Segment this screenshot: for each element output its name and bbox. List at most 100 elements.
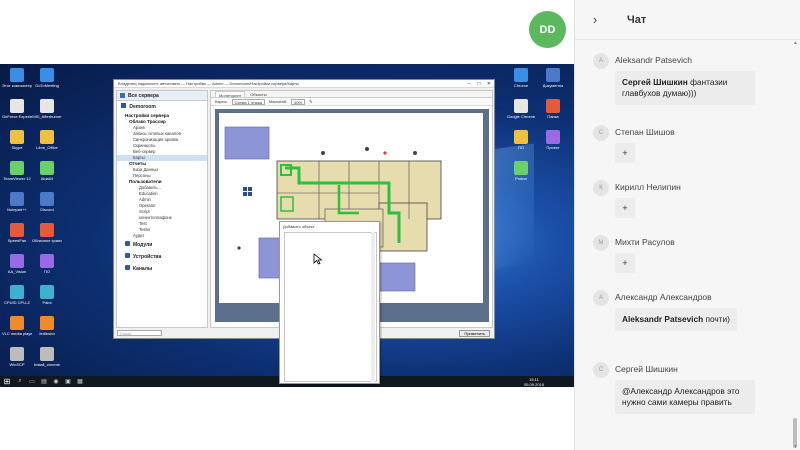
app-icon [40,68,54,82]
desktop-icon[interactable]: GoToMeeting [32,68,62,95]
desktop-icon[interactable]: AA_Vision [2,254,32,281]
app-icon [10,192,24,206]
app-icon [40,99,54,113]
chat-bubble: + [615,198,635,218]
app-icon [10,347,24,361]
all-servers-header[interactable]: Все сервера [117,91,207,101]
chat-mention[interactable]: Сергей Шишкин [622,77,688,87]
desktop-icon[interactable]: Папка [538,99,568,126]
search-icon[interactable]: ⌕ [14,376,26,387]
desktop-icon[interactable]: Документы [538,68,568,95]
chat-title: Чат [627,13,647,26]
desktop-icon-label: Этот компьютер [2,83,32,88]
desktop-icon-label: ПО [44,269,50,274]
app2-taskbar-icon[interactable]: ▦ [74,376,86,387]
tab-objects[interactable]: Объекты [247,91,270,97]
desktop-icon[interactable]: Aida64 [32,161,62,188]
tab-monitoring[interactable]: Мониторинг [215,91,246,98]
desktop-icon-label: ПО [518,145,524,150]
server-node[interactable]: Demoroom [117,101,207,113]
chat-mention[interactable]: Aleksandr Patsevich [622,314,703,324]
desktop-icon-label: GeForce Experience [2,114,32,119]
module-icon [125,265,130,270]
desktop-icon-label: Облачное хранилище [32,238,62,243]
desktop-icon[interactable]: Install_chrome [32,347,62,374]
desktop-icon-label: VLC media player [2,331,32,336]
apply-button[interactable]: Применить [459,329,490,337]
pencil-icon[interactable]: ✎ [309,99,312,104]
chevron-right-icon[interactable]: › [575,12,615,27]
desktop-icon[interactable]: Google Chrome [506,99,536,126]
close-icon[interactable]: ✕ [484,81,494,87]
tree-section-label: Каналы [133,266,153,272]
app-taskbar-icon[interactable]: ▣ [62,376,74,387]
chrome-taskbar-icon[interactable]: ◉ [50,376,62,387]
dialog-scrollbar[interactable] [371,232,375,382]
desktop-icon[interactable]: CPUID CPU-Z [2,285,32,312]
desktop-icon[interactable]: Paint [32,285,62,312]
tree-section[interactable]: Устройства [117,251,207,263]
app-icon [40,223,54,237]
minimize-icon[interactable]: – [464,81,474,87]
tree-section[interactable]: Каналы [117,263,207,275]
map-select[interactable]: Схема 1 этажа [231,98,265,105]
desktop-icon[interactable]: TeamViewer 12 [2,161,32,188]
desktop-icon[interactable]: Проект [538,130,568,157]
scroll-up-icon[interactable]: ▲ [793,40,798,46]
desktop-icon-label: Jedinstvo [38,331,56,336]
object-list[interactable] [284,232,377,382]
chat-bubble: @Александр Александров это нужно сами ка… [615,380,755,414]
tree-section[interactable]: Модули [117,239,207,251]
chat-avatar: С [593,125,609,141]
chat-message: М Михти Расулов + [575,230,791,285]
windows-start-icon[interactable]: ⊞ [0,376,14,387]
desktop-icon[interactable]: SpeedFan [2,223,32,250]
desktop-icon-label: Chrome [513,83,529,88]
window-titlebar[interactable]: Владелец подключен: автономно — Настройк… [114,80,494,88]
desktop-icon-label: Paint [42,300,52,305]
desktop-icon-label: WinSCP [9,362,25,367]
desktop-icon[interactable]: MSI_Afterburner [32,99,62,126]
module-icon [125,241,130,246]
scale-select[interactable]: 50% [291,98,306,105]
tree-items: Настройки сервера Облако Трассир Архив Запи… [117,113,207,239]
desktop-icons-col1: Этот компьютер GeForce Experience Skype Tea… [2,68,32,374]
desktop-icon[interactable]: ПО [506,130,536,157]
chat-bubble: + [615,143,635,163]
desktop-icon[interactable]: Skype [2,130,32,157]
chat-message: С Степан Шишов + [575,120,791,175]
desktop-icon[interactable]: Proton [506,161,536,188]
app-icon [10,99,24,113]
app-icon [10,316,24,330]
app-icon [40,285,54,299]
avatar[interactable]: DD [529,11,566,48]
desktop-icon[interactable]: Этот компьютер [2,68,32,95]
desktop-icon[interactable]: Jedinstvo [32,316,62,343]
desktop-icon-label: Discord [40,207,54,212]
app-icon [546,99,560,113]
app-icon [40,161,54,175]
chat-panel: › Чат A Aleksandr Patsevich Сергей Шишкин … [574,0,800,450]
tree-search-input[interactable]: Поиск [117,330,162,336]
desktop-icon[interactable]: Discord [32,192,62,219]
desktop-icon[interactable]: Облачное хранилище [32,223,62,250]
desktop-icon[interactable]: GeForce Experience [2,99,32,126]
chat-author: Aleksandr Patsevich [615,55,693,65]
chat-scrollbar[interactable]: ▲ ▼ [791,40,798,450]
desktop-icon[interactable]: VLC media player [2,316,32,343]
explorer-icon[interactable]: ▤ [38,376,50,387]
chat-author: Кирилл Нелипин [615,182,681,192]
module-icon [125,253,130,258]
desktop-icon[interactable]: Chrome [506,68,536,95]
maximize-icon[interactable]: □ [474,81,484,87]
chat-author: Сергей Шишкин [615,364,678,374]
add-object-dialog[interactable]: Добавить объект [279,221,380,384]
desktop-icon[interactable]: Libre_Office [32,130,62,157]
settings-tree[interactable]: Все сервера Demoroom Настройки сервера Об… [116,90,208,328]
desktop-icon[interactable]: WinSCP [2,347,32,374]
desktop-icon[interactable]: Notepad++ [2,192,32,219]
task-view-icon[interactable]: ▭ [26,376,38,387]
server-name: Demoroom [129,104,156,110]
desktop-icon[interactable]: ПО [32,254,62,281]
scroll-down-icon[interactable]: ▼ [793,444,798,450]
